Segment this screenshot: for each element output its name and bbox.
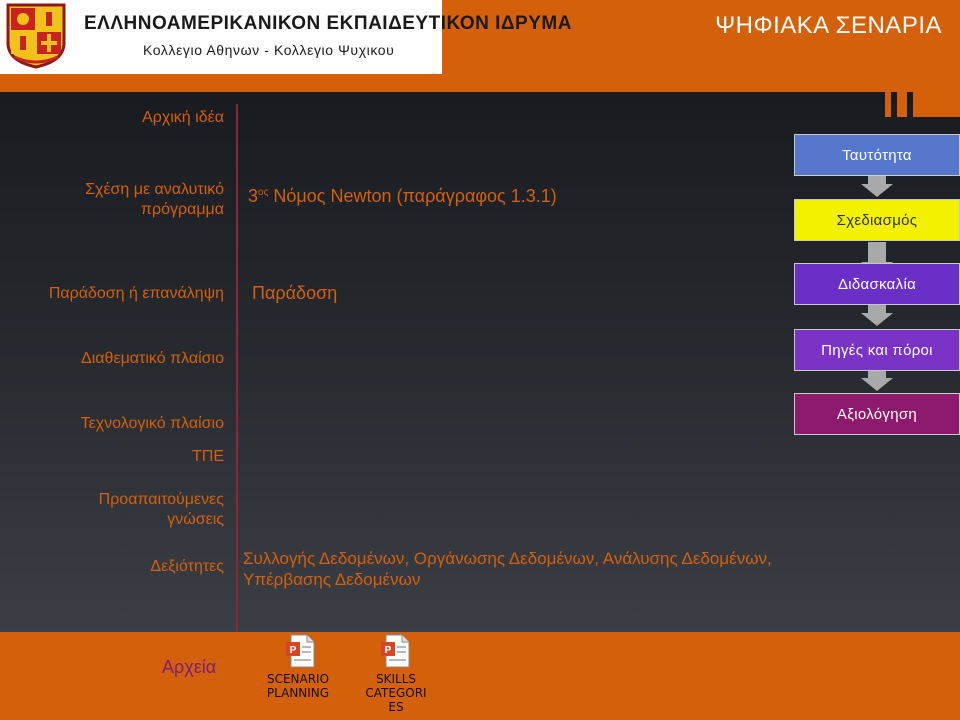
logo-banner[interactable]: ΕΛΛΗΝΟΑΜΕΡΙΚΑΝΙΚΟΝ ΕΚΠΑΙΔΕΥΤΙΚΟΝ ΙΔΡΥΜΑ … bbox=[0, 0, 571, 74]
label-prerequisites-line1: Προαπαιτούμενες bbox=[98, 491, 224, 508]
org-subtitle: Κολλεγιο Αθηνων - Κολλεγιο Ψυχικου bbox=[143, 42, 395, 58]
flow-box-identity[interactable]: Ταυτότητα bbox=[794, 134, 960, 176]
svg-text:P: P bbox=[290, 645, 297, 656]
flow-box-design[interactable]: Σχεδιασμός bbox=[794, 199, 960, 241]
label-curriculum-line2: πρόγραμμα bbox=[140, 201, 224, 218]
org-title: ΕΛΛΗΝΟΑΜΕΡΙΚΑΝΙΚΟΝ ΕΚΠΑΙΔΕΥΤΙΚΟΝ ΙΔΡΥΜΑ bbox=[84, 13, 572, 34]
flow-box-assessment[interactable]: Αξιολόγηση bbox=[794, 393, 960, 435]
file-skills-categories-line1: SKILLS CATEGORI bbox=[365, 672, 427, 700]
value-curriculum-pre: 3 bbox=[248, 186, 259, 206]
file-skills-categories-line2: ES bbox=[388, 700, 404, 714]
value-curriculum-sup: ος bbox=[258, 187, 269, 198]
label-ict: ΤΠΕ bbox=[192, 448, 224, 465]
label-prerequisites-line2: γνώσεις bbox=[167, 511, 224, 528]
powerpoint-file-icon[interactable]: P bbox=[285, 634, 315, 668]
label-prerequisites: Προαπαιτούμενες γνώσεις bbox=[99, 490, 224, 530]
value-skills-line1: Συλλογής Δεδομένων, Οργάνωσης Δεδομένων,… bbox=[243, 549, 772, 568]
value-curriculum[interactable]: 3ος Νόμος Newton (παράγραφος 1.3.1) bbox=[248, 186, 557, 207]
svg-text:P: P bbox=[385, 645, 392, 656]
header-band: ΕΛΛΗΝΟΑΜΕΡΙΚΑΝΙΚΟΝ ΕΚΠΑΙΔΕΥΤΙΚΟΝ ΙΔΡΥΜΑ … bbox=[0, 0, 960, 92]
flow-box-teaching[interactable]: Διδασκαλία bbox=[794, 263, 960, 305]
powerpoint-file-icon[interactable]: P bbox=[380, 634, 410, 668]
file-scenario-planning[interactable]: SCENARIO PLANNING bbox=[262, 672, 334, 700]
footer-files-label: Αρχεία bbox=[162, 657, 217, 677]
file-scenario-planning-line2: PLANNING bbox=[266, 686, 330, 700]
value-skills[interactable]: Συλλογής Δεδομένων, Οργάνωσης Δεδομένων,… bbox=[243, 548, 772, 590]
value-tradition[interactable]: Παράδοση bbox=[252, 283, 337, 304]
file-skills-categories[interactable]: SKILLS CATEGORI ES bbox=[345, 672, 447, 714]
label-curriculum-line1: Σχέση με αναλυτικό bbox=[85, 181, 224, 198]
value-curriculum-post: Νόμος Newton (παράγραφος 1.3.1) bbox=[268, 186, 557, 206]
file-scenario-planning-line1: SCENARIO bbox=[266, 672, 330, 686]
label-interdisciplinary: Διαθεματικό πλαίσιο bbox=[81, 350, 224, 367]
label-tradition: Παράδοση ή επανάληψη bbox=[48, 285, 224, 302]
crest-icon bbox=[6, 3, 66, 69]
label-curriculum: Σχέση με αναλυτικό πρόγραμμα bbox=[85, 180, 224, 220]
site-title: ΨΗΦΙΑΚΑ ΣΕΝΑΡΙΑ bbox=[715, 12, 942, 39]
divider-line bbox=[236, 104, 238, 632]
label-skills: Δεξιότητες bbox=[150, 558, 224, 575]
label-initial-idea: Αρχική ιδέα bbox=[142, 109, 224, 126]
flow-box-resources[interactable]: Πηγές και πόροι bbox=[794, 329, 960, 371]
value-skills-line2: Υπέρβασης Δεδομένων bbox=[243, 570, 421, 589]
footer-band bbox=[0, 632, 960, 720]
label-technology: Τεχνολογικό πλαίσιο bbox=[80, 415, 224, 432]
